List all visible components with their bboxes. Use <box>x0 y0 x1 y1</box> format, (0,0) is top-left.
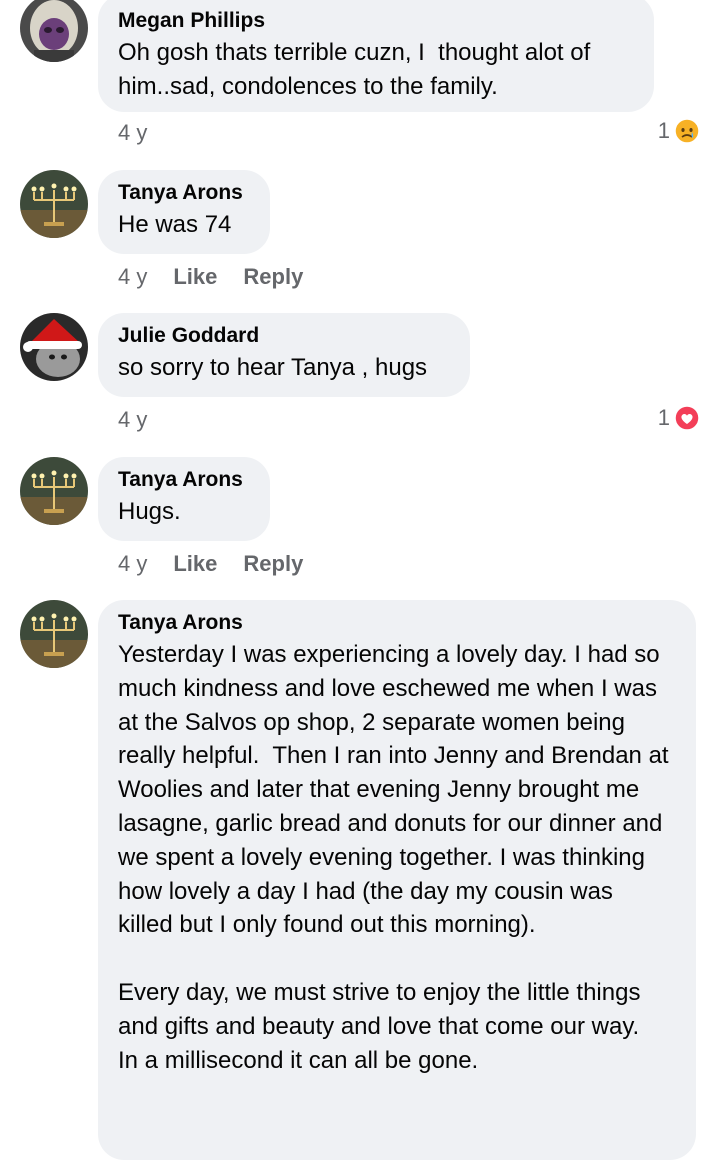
comment-meta: 4 y Like Reply <box>118 551 303 577</box>
comment-meta: 4 y Like Reply <box>118 264 303 290</box>
avatar[interactable] <box>20 457 88 525</box>
sad-face-icon <box>674 118 700 144</box>
comment-author[interactable]: Tanya Arons <box>118 467 250 493</box>
comment-meta: 4 y <box>118 120 147 146</box>
reaction-count: 1 <box>657 405 670 430</box>
comment-timestamp[interactable]: 4 y <box>118 120 147 146</box>
comment-meta: 4 y <box>118 407 147 433</box>
comment-text: Yesterday I was experiencing a lovely da… <box>118 641 669 1074</box>
love-heart-icon <box>674 405 700 431</box>
comment-text: so sorry to hear Tanya , hugs <box>118 354 428 381</box>
avatar[interactable] <box>20 170 88 238</box>
comment-author[interactable]: Megan Phillips <box>118 8 634 34</box>
reply-button[interactable]: Reply <box>243 264 303 290</box>
avatar-santa-cat-icon <box>20 313 88 381</box>
comment-text: Oh gosh thats terrible cuzn, I thought a… <box>118 39 597 100</box>
comment-author[interactable]: Tanya Arons <box>118 610 672 636</box>
comment-timestamp[interactable]: 4 y <box>118 264 147 290</box>
comment-timestamp[interactable]: 4 y <box>118 551 147 577</box>
comment-timestamp[interactable]: 4 y <box>118 407 147 433</box>
avatar[interactable] <box>20 600 88 668</box>
comment-bubble: Megan Phillips Oh gosh thats terrible cu… <box>98 0 654 112</box>
avatar-menorah-icon <box>20 170 88 238</box>
avatar-menorah-icon <box>20 457 88 525</box>
reaction-count: 1 <box>657 118 670 143</box>
like-button[interactable]: Like <box>173 551 217 577</box>
avatar[interactable] <box>20 0 88 62</box>
comment-author[interactable]: Julie Goddard <box>118 323 450 349</box>
reaction-summary[interactable]: 1 <box>658 118 700 144</box>
comment-bubble: Julie Goddard so sorry to hear Tanya , h… <box>98 313 470 397</box>
reaction-summary[interactable]: 1 <box>658 405 700 431</box>
avatar-hooded-figure-icon <box>20 0 88 62</box>
comment-bubble: Tanya Arons Yesterday I was experiencing… <box>98 600 696 1160</box>
like-button[interactable]: Like <box>173 264 217 290</box>
avatar-menorah-icon <box>20 600 88 668</box>
comment-text: Hugs. <box>118 498 181 525</box>
comment-bubble: Tanya Arons Hugs. <box>98 457 270 541</box>
comment-author[interactable]: Tanya Arons <box>118 180 250 206</box>
reply-button[interactable]: Reply <box>243 551 303 577</box>
avatar[interactable] <box>20 313 88 381</box>
comment-bubble: Tanya Arons He was 74 <box>98 170 270 254</box>
comment-text: He was 74 <box>118 211 232 238</box>
